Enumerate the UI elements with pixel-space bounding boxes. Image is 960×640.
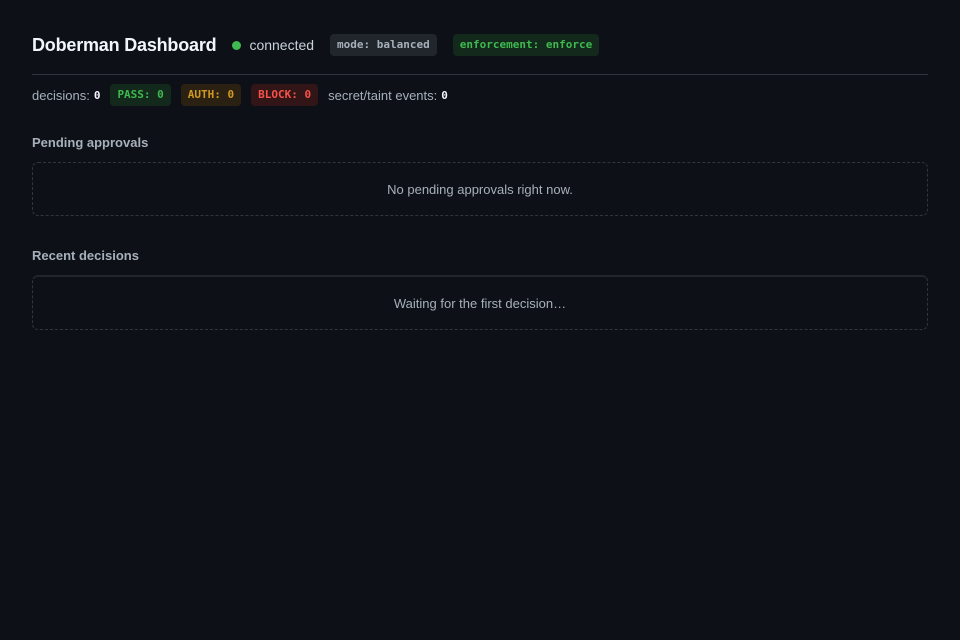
recent-empty-text: Waiting for the first decision… (393, 295, 567, 311)
block-badge: BLOCK: 0 (251, 84, 319, 106)
status-dot-icon (232, 40, 242, 50)
header: Doberman Dashboard connected mode: balan… (32, 0, 928, 68)
taint-events-label: secret/taint events: (328, 87, 438, 103)
enforcement-badge: enforcement: enforce (452, 34, 600, 56)
pending-approvals-panel: No pending approvals right now. (32, 162, 928, 216)
decisions-label: decisions: (32, 87, 90, 103)
header-divider (32, 74, 928, 75)
connection-status: connected (232, 37, 314, 53)
auth-badge: AUTH: 0 (180, 84, 242, 106)
recent-decisions-title: Recent decisions (32, 248, 139, 263)
stats-bar: decisions: 0 PASS: 0 AUTH: 0 BLOCK: 0 se… (32, 83, 928, 107)
status-label: connected (249, 37, 315, 53)
pass-badge: PASS: 0 (110, 84, 171, 106)
taint-events-count: 0 (441, 88, 448, 102)
decisions-count: 0 (93, 88, 101, 102)
pending-approvals-title: Pending approvals (32, 135, 149, 150)
page-title: Doberman Dashboard (32, 34, 217, 55)
recent-decisions-panel: Waiting for the first decision… (32, 275, 928, 330)
dashboard-page: Doberman Dashboard connected mode: balan… (0, 0, 960, 640)
pending-empty-text: No pending approvals right now. (387, 181, 573, 197)
mode-badge: mode: balanced (330, 34, 437, 56)
